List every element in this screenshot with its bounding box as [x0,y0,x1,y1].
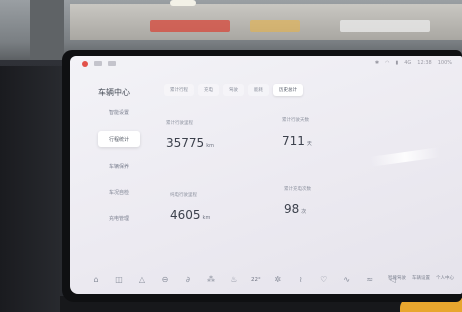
dock-link-vehicle-settings[interactable]: 车辆设置 [412,275,430,281]
stat-value-ev-mileage: 4605 km [170,208,210,222]
status-battery: 100% [437,60,452,66]
home-icon[interactable]: ⌂ [90,274,102,286]
screen-glare [369,147,441,167]
dashboard-left-panel [0,66,70,312]
background-sign-red [150,20,230,32]
dock-link-smart-driving[interactable]: 智能驾驶 [388,275,406,281]
navigation-icon[interactable]: △ [136,274,148,286]
sidebar-item-maintenance[interactable]: 车辆保养 [98,158,140,174]
dock-link-personal-center[interactable]: 个人中心 [436,275,454,281]
stat-number: 711 [282,134,305,148]
status-left [82,60,120,67]
media-icon[interactable] [93,61,102,66]
steering-icon[interactable]: ⊖ [159,274,171,286]
status-network: 4G [404,60,412,66]
wifi-icon: ◠ [385,60,390,66]
defrost-icon[interactable]: ♡ [318,274,330,286]
page-title: 车辆中心 [98,88,130,97]
car-icon[interactable]: ◫ [113,274,125,286]
stat-number: 4605 [170,208,201,222]
background-pillar [30,0,64,60]
airflow-icon[interactable]: ≀ [295,274,307,286]
stat-unit: km [202,215,211,221]
stat-value-total-mileage: 35775 km [166,136,214,150]
sidebar-item-charging[interactable]: 充电管理 [98,210,140,226]
ac-icon[interactable]: ≈ [364,274,376,286]
temperature-readout[interactable]: 22° [251,277,261,283]
notification-dot-icon[interactable] [82,60,88,67]
tab-history-total[interactable]: 历史总计 [273,84,303,96]
stat-unit: 次 [301,209,307,215]
infotainment-screen: ✱ ◠ ▮ 4G 12:38 100% 车辆中心 智能设置 行程统计 车辆保养 … [70,56,462,294]
apps-icon[interactable]: ⁂ [205,274,217,286]
status-right: ✱ ◠ ▮ 4G 12:38 100% [375,60,452,66]
fan-icon[interactable]: ✲ [272,274,284,286]
stat-value-charge-count: 98 次 [284,202,306,216]
sidebar-item-trip-stats[interactable]: 行程统计 [98,131,140,147]
temperature-unit: ° [258,277,261,283]
bluetooth-icon: ✱ [374,60,380,66]
tab-driving[interactable]: 驾驶 [223,84,244,96]
stat-label-total-days: 累计行驶天数 [282,118,309,123]
sidebar-item-self-check[interactable]: 车况自检 [98,184,140,200]
sidebar-item-smart-settings[interactable]: 智能设置 [98,104,140,120]
ceiling-lamp [170,0,196,6]
seat-icon[interactable]: ∂ [182,274,194,286]
dock-right-labels: 智能驾驶 车辆设置 个人中心 [388,275,454,281]
temperature-value: 22 [251,277,258,283]
stat-label-ev-mileage: 纯电行驶里程 [170,193,197,198]
tab-charging[interactable]: 充电 [198,84,219,96]
phone-icon[interactable] [107,61,116,66]
status-time: 12:38 [417,60,432,66]
tab-energy[interactable]: 能耗 [248,84,269,96]
stat-label-charge-count: 累计充电次数 [284,187,311,192]
rear-defrost-icon[interactable]: ∿ [341,274,353,286]
status-bar: ✱ ◠ ▮ 4G 12:38 100% [70,56,462,72]
signal-icon: ▮ [395,60,399,66]
background-sign-yellow [250,20,300,32]
seat-heat-icon[interactable]: ♨ [228,274,240,286]
stat-unit: 天 [306,141,312,147]
stat-label-total-mileage: 累计行驶里程 [166,121,193,126]
stat-number: 98 [284,202,300,216]
tab-bar: 累计行程 充电 驾驶 能耗 历史总计 [164,84,303,96]
background-sign-white [340,20,430,32]
stat-number: 35775 [166,136,205,150]
stat-unit: km [206,143,214,149]
tab-cumulative-trip[interactable]: 累计行程 [164,84,194,96]
stat-value-total-days: 711 天 [282,134,312,148]
